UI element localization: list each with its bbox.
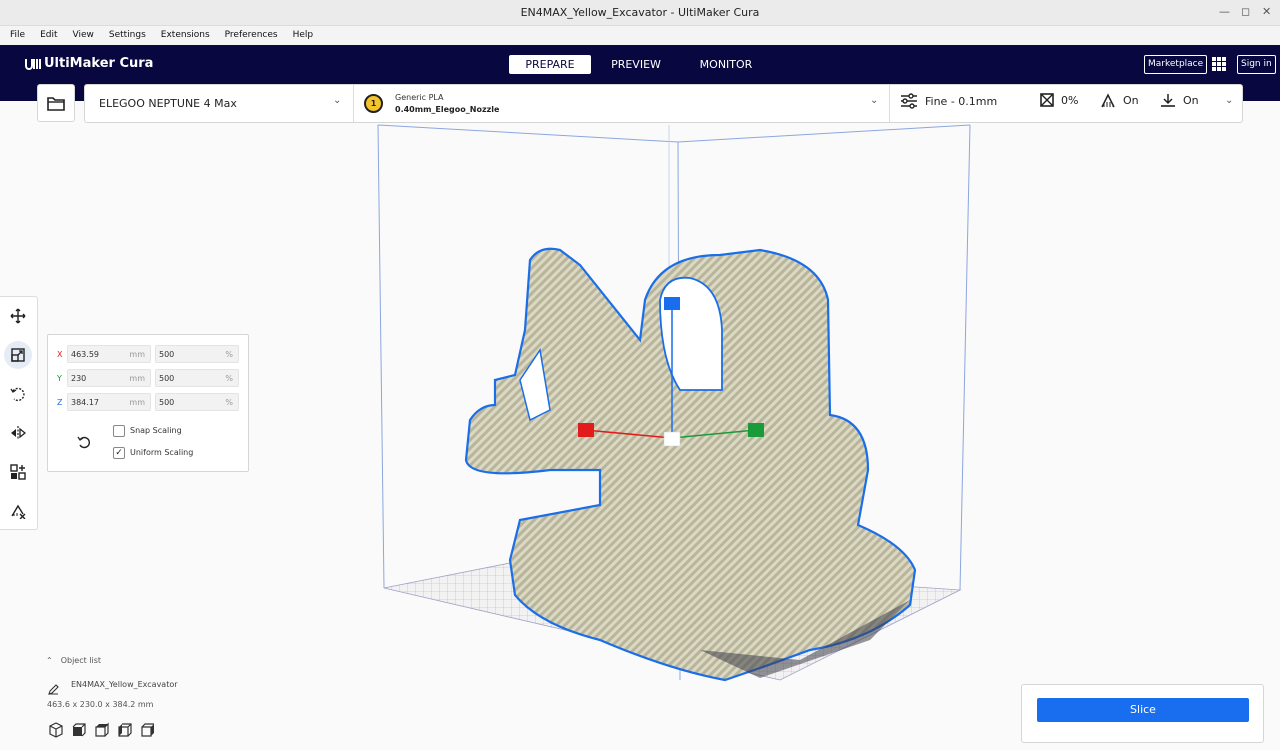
- minimize-icon[interactable]: —: [1219, 5, 1230, 18]
- menu-preferences[interactable]: Preferences: [225, 30, 278, 45]
- scale-panel: X 463.59 mm 500% Y 230 mm 500% Z 384.17 mm …: [47, 334, 249, 472]
- ultimaker-logo-icon: [25, 58, 41, 70]
- z-mm-input[interactable]: 384.17 mm: [67, 393, 151, 411]
- menu-file[interactable]: File: [10, 30, 25, 45]
- left-view-icon[interactable]: [117, 722, 133, 738]
- y-percent-input[interactable]: 500%: [155, 369, 239, 387]
- apps-grid-icon[interactable]: [1212, 57, 1226, 71]
- logo-text: UltiMaker Cura: [44, 56, 154, 71]
- object-list-toggle[interactable]: ⌃ Object list: [46, 656, 101, 665]
- logo: UltiMaker Cura: [25, 56, 153, 71]
- x-percent-input[interactable]: 500%: [155, 345, 239, 363]
- sign-in-button[interactable]: Sign in: [1237, 55, 1276, 74]
- close-icon[interactable]: ✕: [1262, 5, 1271, 18]
- move-icon: [10, 308, 26, 324]
- object-dimensions: 463.6 x 230.0 x 384.2 mm: [47, 700, 154, 709]
- menu-help[interactable]: Help: [293, 30, 314, 45]
- rotate-icon: [10, 387, 25, 402]
- tab-prepare[interactable]: PREPARE: [509, 55, 591, 74]
- tool-panel: [0, 296, 38, 530]
- z-axis-label: Z: [57, 398, 63, 407]
- pencil-icon[interactable]: [48, 680, 59, 699]
- per-model-settings-icon: [10, 464, 26, 480]
- slice-button[interactable]: Slice: [1037, 698, 1249, 722]
- object-list-title: Object list: [60, 656, 102, 665]
- marketplace-button[interactable]: Marketplace: [1144, 55, 1208, 74]
- menu-bar: File Edit View Settings Extensions Prefe…: [0, 26, 1280, 45]
- top-view-icon[interactable]: [94, 722, 110, 738]
- y-mm-input[interactable]: 230 mm: [67, 369, 151, 387]
- tab-monitor[interactable]: MONITOR: [690, 55, 762, 74]
- uniform-scaling-label: Uniform Scaling: [130, 448, 194, 457]
- menu-settings[interactable]: Settings: [109, 30, 146, 45]
- menu-view[interactable]: View: [73, 30, 94, 45]
- front-view-icon[interactable]: [71, 722, 87, 738]
- uniform-scaling-checkbox[interactable]: ✓: [113, 447, 125, 459]
- mirror-icon: [11, 426, 26, 440]
- x-axis-label: X: [57, 350, 63, 359]
- y-axis-handle: [748, 423, 764, 437]
- camera-view-buttons: [48, 722, 163, 738]
- chevron-up-icon: ⌃: [46, 656, 53, 665]
- 3d-view-icon[interactable]: [48, 722, 64, 738]
- window-title: EN4MAX_Yellow_Excavator - UltiMaker Cura: [520, 6, 760, 19]
- slice-panel: Slice: [1021, 684, 1264, 743]
- object-name[interactable]: EN4MAX_Yellow_Excavator: [71, 680, 178, 689]
- title-bar: EN4MAX_Yellow_Excavator - UltiMaker Cura…: [0, 0, 1280, 26]
- reset-icon: [77, 436, 90, 449]
- move-tool-button[interactable]: [4, 302, 32, 330]
- tab-preview[interactable]: PREVIEW: [601, 55, 671, 74]
- per-model-settings-tool-button[interactable]: [4, 458, 32, 486]
- right-view-icon[interactable]: [140, 722, 156, 738]
- uniform-scale-handle: [663, 431, 681, 447]
- support-blocker-icon: [11, 504, 26, 519]
- menu-edit[interactable]: Edit: [40, 30, 57, 45]
- y-axis-label: Y: [57, 374, 62, 383]
- x-axis-handle: [578, 423, 594, 437]
- z-percent-input[interactable]: 500%: [155, 393, 239, 411]
- x-mm-input[interactable]: 463.59 mm: [67, 345, 151, 363]
- reset-scale-button[interactable]: [77, 434, 91, 453]
- scale-icon: [11, 348, 25, 362]
- support-blocker-tool-button[interactable]: [4, 497, 32, 525]
- rotate-tool-button[interactable]: [4, 380, 32, 408]
- z-axis-handle: [664, 297, 680, 310]
- scale-tool-button[interactable]: [4, 341, 32, 369]
- maximize-icon[interactable]: ◻: [1241, 5, 1250, 18]
- snap-scaling-label: Snap Scaling: [130, 426, 182, 435]
- menu-extensions[interactable]: Extensions: [161, 30, 210, 45]
- snap-scaling-checkbox[interactable]: [113, 425, 125, 437]
- mirror-tool-button[interactable]: [4, 419, 32, 447]
